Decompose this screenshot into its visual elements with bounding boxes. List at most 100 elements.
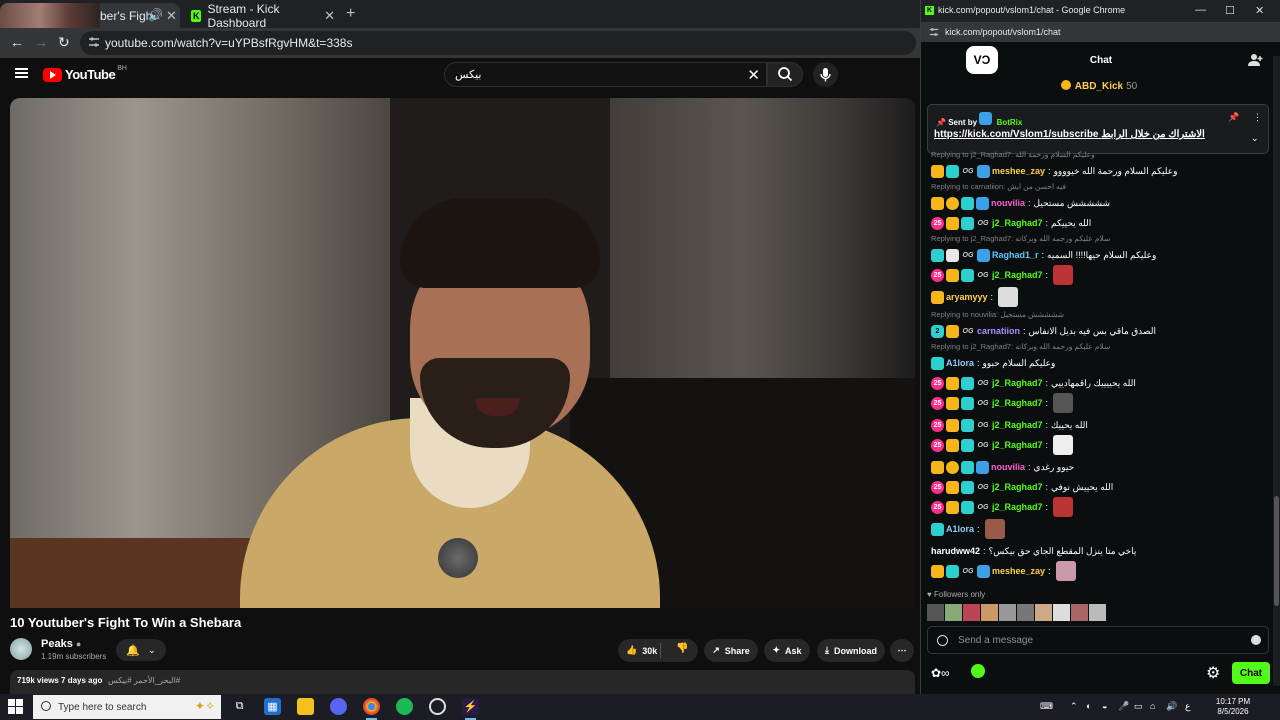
expand-chevron-icon[interactable]: ⌄ (1251, 133, 1259, 144)
emote-icon[interactable] (1089, 604, 1106, 621)
description-box[interactable]: 719k views 7 days ago #البحر_الأحمر #بيك… (10, 670, 915, 694)
chat-username[interactable]: j2_Raghad7 (992, 440, 1043, 450)
chat-message[interactable]: OG Raghad1_r: وعليكم السلام حيها!!!! السمي… (931, 246, 1156, 264)
clear-search-icon[interactable]: ✕ (747, 66, 760, 84)
emote-icon[interactable] (945, 604, 962, 621)
emote-icon[interactable] (981, 604, 998, 621)
search-input[interactable]: بيكس ✕ (444, 62, 767, 87)
unpin-icon[interactable]: 📌 (1228, 112, 1239, 123)
reply-context[interactable]: Replying to nouvilia: ششششش مستحيل (931, 310, 1064, 319)
voice-search-button[interactable] (813, 62, 838, 87)
hashtags[interactable]: #البحر_الأحمر #بيكس (108, 676, 180, 685)
tab-youtube[interactable]: ber's Fight 🔊 ✕ (0, 3, 180, 28)
chat-message[interactable]: OG meshee_zay: وعليكم السلام ورحمة الله خي… (931, 162, 1177, 180)
clock-time[interactable]: 10:17 PM (1208, 697, 1258, 706)
search-button[interactable] (767, 62, 803, 87)
more-actions-button[interactable]: ⋯ (890, 639, 914, 662)
points-icon[interactable]: ✿∞ (931, 666, 950, 680)
chat-username[interactable]: j2_Raghad7 (992, 502, 1043, 512)
language-indicator[interactable]: ع (1185, 701, 1190, 712)
chat-message[interactable]: OG meshee_zay: (931, 561, 1076, 581)
address-bar[interactable]: youtube.com/watch?v=uYPBsfRgvHM&t=338s (80, 31, 916, 55)
emote-icon[interactable] (984, 519, 1005, 539)
chat-username[interactable]: j2_Raghad7 (992, 218, 1043, 228)
emote-icon[interactable] (1053, 497, 1074, 517)
more-options-icon[interactable]: ⋮ (1253, 112, 1262, 123)
tray-app-icon[interactable]: ◐ (1086, 701, 1091, 711)
dislike-icon[interactable]: 👎 (676, 643, 688, 654)
emote-icon[interactable] (1017, 604, 1034, 621)
task-view-icon[interactable]: ⧉ (231, 698, 248, 715)
chat-message[interactable]: 2 OG carnatiion: الصدق ماقي بس فيه بديل الا… (931, 322, 1156, 340)
app-icon[interactable]: ⚡ (462, 698, 479, 720)
notification-bell-button[interactable]: 🔔 ⌄ (116, 639, 166, 661)
chat-message[interactable]: harudww42: ياخي متا ينزل المقطع الجاي حق … (931, 542, 1136, 560)
discord-icon[interactable] (330, 698, 347, 715)
users-icon[interactable] (1248, 53, 1264, 67)
file-explorer-icon[interactable] (297, 698, 314, 715)
reply-context[interactable]: Replying to j2_Raghad7: سلام عليكم ورحمه… (931, 234, 1110, 243)
chat-message[interactable]: nouvilia: ششششش مستحيل (931, 194, 1110, 212)
chat-message[interactable]: 25 OG j2_Raghad7: (931, 393, 1074, 413)
pinned-message[interactable]: 📌 Sent by BotRix https://kick.com/Vslom1… (927, 104, 1269, 154)
new-tab-icon[interactable]: + (346, 5, 355, 23)
emote-icon[interactable] (1035, 604, 1052, 621)
chat-send-button[interactable]: Chat (1232, 662, 1270, 684)
emote-icon[interactable] (1053, 435, 1074, 455)
clock-date[interactable]: 8/5/2026 (1208, 707, 1258, 716)
close-window-icon[interactable]: ✕ (1255, 4, 1264, 17)
minimize-icon[interactable]: — (1195, 4, 1206, 16)
gear-icon[interactable]: ⚙ (1206, 663, 1220, 683)
back-icon[interactable]: ← (10, 34, 24, 50)
chat-message[interactable]: 25 OG j2_Raghad7: الله يحييييك راقمهادييي (931, 374, 1136, 392)
chat-scrollbar[interactable] (1273, 56, 1280, 686)
chat-username[interactable]: Raghad1_r (992, 250, 1039, 260)
close-tab-icon[interactable]: ✕ (324, 8, 335, 24)
display-icon[interactable]: ▭ (1134, 701, 1143, 712)
reload-icon[interactable]: ↻ (58, 34, 70, 51)
chevron-up-icon[interactable]: ⌃ (1070, 701, 1078, 712)
chat-message[interactable]: 25 OG j2_Raghad7: الله يحييش نوفي (931, 478, 1113, 496)
emote-icon[interactable] (998, 287, 1019, 307)
taskbar-search-input[interactable]: Type here to search ✦✧ (33, 695, 221, 719)
chat-message-list[interactable]: Replying to j2_Raghad7: وعليكم السلام ور… (921, 150, 1273, 590)
chat-username[interactable]: aryamyyy (946, 292, 988, 302)
ask-button[interactable]: ✦ Ask (764, 639, 810, 662)
chat-username[interactable]: j2_Raghad7 (992, 378, 1043, 388)
chat-username[interactable]: A1lora (946, 358, 974, 368)
tray-app-icon[interactable]: ◒ (1102, 701, 1107, 711)
chat-message[interactable]: 25 OG j2_Raghad7: (931, 497, 1074, 517)
chat-message[interactable]: nouvilia: حيوو رغدي (931, 458, 1074, 476)
chat-message[interactable]: 25 OG j2_Raghad7: الله يحييكم (931, 214, 1091, 232)
pinned-sender-name[interactable]: BotRix (997, 118, 1023, 127)
network-icon[interactable]: ⌂ (1150, 701, 1155, 711)
emote-icon[interactable] (1053, 604, 1070, 621)
site-settings-icon[interactable] (929, 27, 939, 37)
download-button[interactable]: ⤓ Download (817, 639, 885, 662)
chat-username[interactable]: harudww42 (931, 546, 980, 556)
chat-username[interactable]: nouvilia (991, 462, 1025, 472)
chat-username[interactable]: j2_Raghad7 (992, 270, 1043, 280)
youtube-logo[interactable]: YouTube BH (43, 65, 127, 82)
chat-username[interactable]: j2_Raghad7 (992, 398, 1043, 408)
chat-username[interactable]: j2_Raghad7 (992, 482, 1043, 492)
message-input[interactable]: Send a message (927, 626, 1269, 654)
chat-message[interactable]: 25 OG j2_Raghad7: (931, 435, 1074, 455)
video-player[interactable] (10, 98, 915, 608)
speaker-icon[interactable]: 🔊 (148, 8, 163, 22)
chat-message[interactable]: 25 OG j2_Raghad7: (931, 265, 1074, 285)
share-button[interactable]: ↗ Share (704, 639, 758, 662)
kick-coin-icon[interactable] (971, 664, 985, 678)
chat-message[interactable]: A1lora: وعليكم السلام حبوو (931, 354, 1055, 372)
emote-icon[interactable] (999, 604, 1016, 621)
microphone-icon[interactable]: 🎤 (1118, 701, 1129, 712)
chat-username[interactable]: meshee_zay (992, 166, 1045, 176)
top-gifter[interactable]: ABD_Kick 50 (921, 80, 1277, 92)
menu-icon[interactable] (15, 68, 28, 78)
channel-avatar[interactable] (10, 638, 32, 660)
chat-username[interactable]: nouvilia (991, 198, 1025, 208)
tab-kick-dashboard[interactable]: K Stream - Kick Dashboard ✕ (183, 2, 343, 30)
popup-address-bar[interactable]: kick.com/popout/vslom1/chat (921, 22, 1280, 42)
emote-icon[interactable] (1053, 265, 1074, 285)
chrome-icon[interactable] (363, 698, 380, 720)
